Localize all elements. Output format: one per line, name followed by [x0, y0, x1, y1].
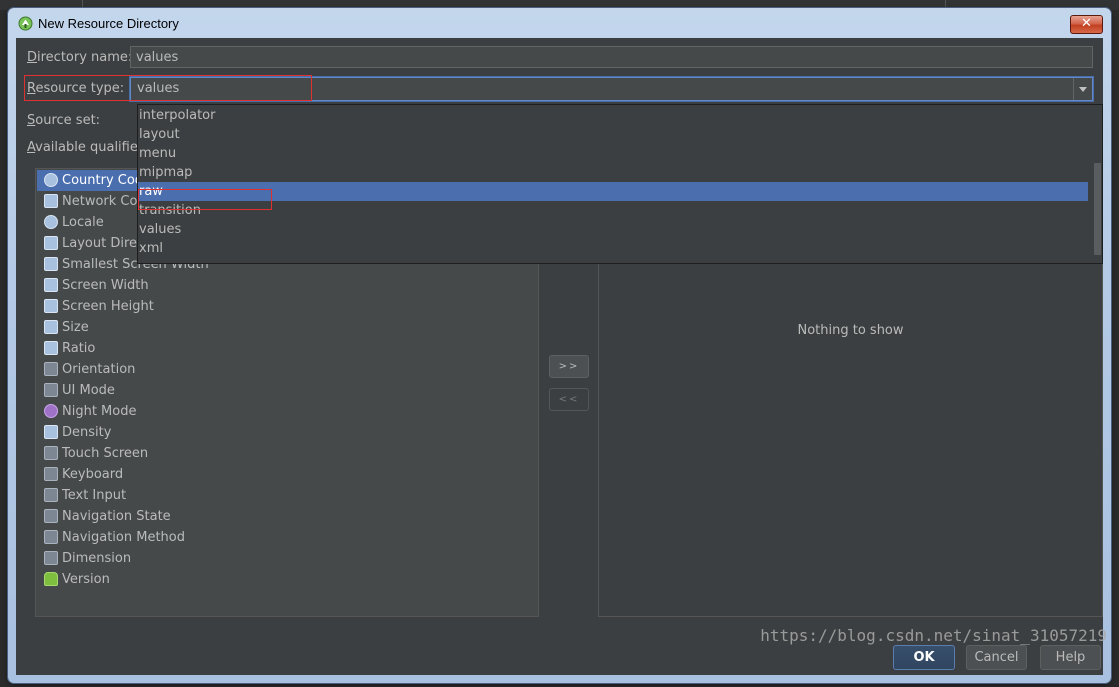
available-qualifiers-label: Available qualifier [27, 140, 144, 155]
qualifier-item[interactable]: Text Input [37, 485, 537, 506]
qualifier-item[interactable]: Ratio [37, 338, 537, 359]
ratio-icon [44, 341, 58, 355]
dropdown-option-menu[interactable]: menu [138, 144, 1088, 163]
size-icon [44, 320, 58, 334]
qualifier-label: Navigation Method [62, 530, 186, 545]
dimension-icon [44, 551, 58, 565]
dialog-content: Directory name: values Resource type: va… [16, 38, 1103, 675]
cancel-button[interactable]: Cancel [966, 645, 1027, 670]
qualifier-label: Locale [62, 215, 104, 230]
touch-screen-icon [44, 446, 58, 460]
directory-name-input[interactable]: values [130, 46, 1093, 68]
source-set-label: Source set: [27, 113, 101, 128]
directory-name-label: Directory name: [27, 50, 133, 65]
keyboard-icon [44, 467, 58, 481]
dropdown-option-interpolator[interactable]: interpolator [138, 106, 1088, 125]
screen-width-icon [44, 278, 58, 292]
qualifier-label: Dimension [62, 551, 132, 566]
android-studio-icon [18, 16, 33, 31]
qualifier-label: Screen Height [62, 299, 154, 314]
density-icon [44, 425, 58, 439]
layout-direction-icon [44, 236, 58, 250]
qualifier-label: Orientation [62, 362, 136, 377]
help-button[interactable]: Help [1040, 645, 1101, 670]
qualifier-item[interactable]: Touch Screen [37, 443, 537, 464]
scrollbar-thumb[interactable] [1094, 163, 1101, 255]
dialog-window: New Resource Directory ✕ Directory name:… [8, 8, 1111, 683]
qualifier-item[interactable]: Size [37, 317, 537, 338]
qualifier-label: Density [62, 425, 112, 440]
qualifier-label: Version [62, 572, 110, 587]
dropdown-option-values[interactable]: values [138, 220, 1088, 239]
screen-height-icon [44, 299, 58, 313]
globe-pin-icon [44, 173, 58, 187]
qualifier-label: Screen Width [62, 278, 149, 293]
qualifier-item[interactable]: Version [37, 569, 537, 590]
chosen-qualifiers-panel: Nothing to show [598, 262, 1103, 617]
watermark-text: https://blog.csdn.net/sinat_31057219 [760, 626, 1107, 645]
resource-type-dropdown[interactable]: xml values transition raw mipmap menu layout in… [137, 104, 1103, 264]
network-icon [44, 194, 58, 208]
qualifier-label: UI Mode [62, 383, 115, 398]
qualifier-label: Keyboard [62, 467, 124, 482]
dropdown-option-transition[interactable]: transition [138, 201, 1088, 220]
qualifier-label: Night Mode [62, 404, 137, 419]
qualifier-item[interactable]: Orientation [37, 359, 537, 380]
qualifier-item[interactable]: Dimension [37, 548, 537, 569]
qualifier-label: Ratio [62, 341, 96, 356]
smallest-width-icon [44, 257, 58, 271]
qualifier-item[interactable]: Screen Height [37, 296, 537, 317]
dropdown-option-layout[interactable]: layout [138, 125, 1088, 144]
dropdown-scrollbar[interactable] [1093, 105, 1102, 263]
dropdown-option-xml[interactable]: xml [138, 239, 1088, 258]
close-icon: ✕ [1081, 16, 1092, 31]
qualifier-item[interactable]: Keyboard [37, 464, 537, 485]
text-input-icon [44, 488, 58, 502]
qualifier-item[interactable]: Density [37, 422, 537, 443]
orientation-icon [44, 362, 58, 376]
window-title: New Resource Directory [38, 16, 179, 31]
night-mode-icon [44, 404, 58, 418]
qualifier-item[interactable]: Navigation Method [37, 527, 537, 548]
close-button[interactable]: ✕ [1070, 15, 1103, 34]
qualifier-item[interactable]: Screen Width [37, 275, 537, 296]
highlight-box-raw [138, 189, 272, 210]
add-qualifier-button[interactable]: >> [549, 355, 589, 378]
qualifier-item[interactable]: Night Mode [37, 401, 537, 422]
highlight-box-resource-type [24, 75, 312, 101]
chevron-down-icon[interactable] [1073, 78, 1092, 100]
qualifier-label: Size [62, 320, 89, 335]
dropdown-option-raw[interactable]: raw [138, 182, 1088, 201]
qualifier-item[interactable]: UI Mode [37, 380, 537, 401]
globe-icon [44, 215, 58, 229]
qualifier-item[interactable]: Navigation State [37, 506, 537, 527]
qualifier-label: Text Input [62, 488, 127, 503]
empty-state-text: Nothing to show [797, 323, 904, 338]
qualifier-label: Navigation State [62, 509, 171, 524]
navigation-method-icon [44, 530, 58, 544]
navigation-state-icon [44, 509, 58, 523]
ok-button[interactable]: OK [893, 645, 955, 670]
ui-mode-icon [44, 383, 58, 397]
android-version-icon [44, 572, 58, 586]
qualifier-label: Touch Screen [62, 446, 149, 461]
title-bar[interactable]: New Resource Directory ✕ [8, 8, 1111, 38]
remove-qualifier-button[interactable]: << [549, 388, 589, 411]
dropdown-option-mipmap[interactable]: mipmap [138, 163, 1088, 182]
